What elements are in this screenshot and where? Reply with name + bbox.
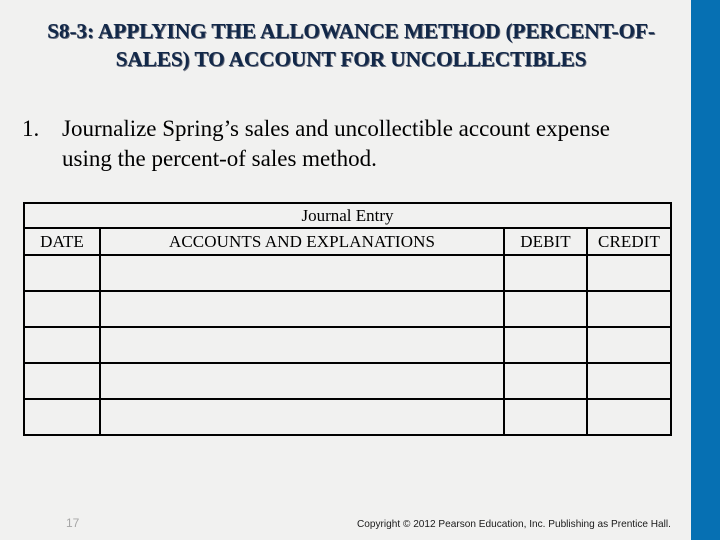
table-row [23, 362, 673, 400]
cell-debit[interactable] [503, 362, 588, 400]
table-row [23, 290, 673, 328]
cell-credit[interactable] [585, 398, 673, 436]
column-header-credit: CREDIT [585, 227, 673, 256]
cell-credit[interactable] [585, 362, 673, 400]
column-header-debit: DEBIT [503, 227, 588, 256]
page-number: 17 [66, 516, 80, 530]
table-row [23, 254, 673, 292]
table-header-row: DATE ACCOUNTS AND EXPLANATIONS DEBIT CRE… [23, 227, 673, 256]
cell-accounts[interactable] [99, 362, 505, 400]
cell-credit[interactable] [585, 290, 673, 328]
table-row [23, 326, 673, 364]
list-item-number: 1. [22, 116, 40, 141]
cell-debit[interactable] [503, 254, 588, 292]
cell-date[interactable] [23, 398, 101, 436]
list-item: 1. Journalize Spring’s sales and uncolle… [16, 114, 676, 174]
cell-accounts[interactable] [99, 254, 505, 292]
bullet-list: 1. Journalize Spring’s sales and uncolle… [16, 114, 676, 174]
list-item-text: Journalize Spring’s sales and uncollecti… [62, 116, 610, 171]
column-header-date: DATE [23, 227, 101, 256]
cell-credit[interactable] [585, 326, 673, 364]
cell-accounts[interactable] [99, 398, 505, 436]
column-header-accounts-and-explanations: ACCOUNTS AND EXPLANATIONS [99, 227, 505, 256]
slide-canvas: S8-3: APPLYING THE ALLOWANCE METHOD (PER… [0, 0, 720, 540]
cell-date[interactable] [23, 290, 101, 328]
journal-entry-table: Journal Entry DATE ACCOUNTS AND EXPLANAT… [22, 202, 673, 436]
cell-date[interactable] [23, 326, 101, 364]
cell-credit[interactable] [585, 254, 673, 292]
cell-date[interactable] [23, 362, 101, 400]
cell-debit[interactable] [503, 398, 588, 436]
cell-accounts[interactable] [99, 290, 505, 328]
cell-debit[interactable] [503, 326, 588, 364]
table-row [23, 398, 673, 436]
table-caption: Journal Entry [22, 202, 673, 229]
cell-debit[interactable] [503, 290, 588, 328]
table-caption-row: Journal Entry [22, 202, 673, 229]
copyright-notice: Copyright © 2012 Pearson Education, Inc.… [357, 518, 671, 530]
right-accent-bar [691, 0, 720, 540]
cell-date[interactable] [23, 254, 101, 292]
cell-accounts[interactable] [99, 326, 505, 364]
slide-title: S8-3: APPLYING THE ALLOWANCE METHOD (PER… [47, 19, 655, 71]
